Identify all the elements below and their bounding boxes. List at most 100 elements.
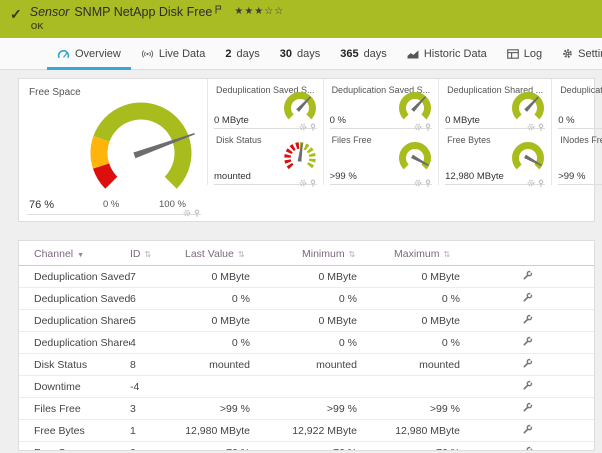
minimum-cell [254, 376, 361, 398]
channel-settings-wrench-icon[interactable] [522, 292, 533, 303]
channel-cell: Free Space [19, 442, 130, 452]
last-value-cell: 76 % [179, 442, 254, 452]
pin-icon[interactable] [193, 209, 201, 217]
column-header-minimum[interactable]: Minimum⇅ [254, 241, 361, 266]
channels-card: Channel▼ID⇅Last Value⇅Minimum⇅Maximum⇅ D… [18, 240, 595, 451]
maximum-cell: >99 % [361, 398, 464, 420]
minimum-cell: 0 % [254, 288, 361, 310]
live-icon [141, 49, 154, 59]
id-cell: 0 [130, 442, 179, 452]
sensor-kind-label: Sensor [30, 5, 70, 19]
gauge-tile-free-bytes[interactable]: Free Bytes12,980 MByte [438, 129, 551, 185]
id-cell: 8 [130, 354, 179, 376]
last-value-cell: 0 MByte [179, 266, 254, 288]
tab-bar: OverviewLive Data2days30days365daysHisto… [0, 38, 602, 70]
gear-icon[interactable] [183, 209, 191, 217]
last-value-cell: 0 MByte [179, 310, 254, 332]
channel-settings-wrench-icon[interactable] [522, 270, 533, 281]
maximum-cell: 0 % [361, 332, 464, 354]
gauge-scale-min: 0 % [103, 199, 119, 210]
pin-icon[interactable] [309, 179, 317, 187]
channels-table: Channel▼ID⇅Last Value⇅Minimum⇅Maximum⇅ D… [19, 241, 594, 451]
status-badge: OK [30, 21, 284, 31]
channel-settings-wrench-icon[interactable] [522, 402, 533, 413]
favorite-flag-icon[interactable] [215, 3, 222, 17]
channel-cell: Deduplication Saved Sp... [19, 266, 130, 288]
gear-icon [562, 48, 573, 59]
channel-settings-wrench-icon[interactable] [522, 446, 533, 452]
tile-value: mounted [214, 171, 251, 182]
tab-historic-data[interactable]: Historic Data [397, 38, 497, 69]
row-settings-cell [464, 332, 594, 354]
table-row: Deduplication Saved Sp...70 MByte0 MByte… [19, 266, 594, 288]
channel-settings-wrench-icon[interactable] [522, 358, 533, 369]
column-header-channel[interactable]: Channel▼ [19, 241, 130, 266]
channel-settings-wrench-icon[interactable] [522, 314, 533, 325]
channel-settings-wrench-icon[interactable] [522, 380, 533, 391]
gear-icon[interactable] [299, 179, 307, 187]
gauge-tile-deduplication-saved-s[interactable]: Deduplication Saved S...0 MByte [207, 79, 323, 129]
column-header-maximum[interactable]: Maximum⇅ [361, 241, 464, 266]
id-cell: -4 [130, 376, 179, 398]
priority-stars[interactable]: ★★★☆☆ [234, 6, 284, 17]
tile-value: 0 MByte [445, 115, 480, 126]
page-title: SNMP NetApp Disk Free [74, 5, 212, 19]
tab-365-days[interactable]: 365days [330, 38, 397, 69]
table-row: Free Space076 %76 %76 % [19, 442, 594, 452]
tab-settings[interactable]: Settings [552, 38, 602, 69]
tab-live-data[interactable]: Live Data [131, 38, 215, 69]
primary-gauge-value: 76 % [29, 199, 54, 211]
row-settings-cell [464, 398, 594, 420]
table-row: Deduplication Saved Sp...60 %0 %0 % [19, 288, 594, 310]
tile-title: INodes Free [560, 135, 602, 145]
gauge-scale-max: 100 % [159, 199, 186, 210]
sort-icon: ▼ [77, 252, 84, 259]
table-row: Downtime-4 [19, 376, 594, 398]
free-space-panel: Free Space 76 % 0 % 100 % [19, 79, 207, 221]
table-row: Disk Status8mountedmountedmounted [19, 354, 594, 376]
maximum-cell: 0 MByte [361, 310, 464, 332]
gauge-icon [57, 48, 70, 59]
channel-cell: Downtime [19, 376, 130, 398]
maximum-cell [361, 376, 464, 398]
last-value-cell: 0 % [179, 332, 254, 354]
tile-value: 0 % [330, 115, 346, 126]
row-settings-cell [464, 310, 594, 332]
maximum-cell: 12,980 MByte [361, 420, 464, 442]
gauge-tile-deduplication-saved-s[interactable]: Deduplication Saved S...0 % [323, 79, 439, 129]
channel-settings-wrench-icon[interactable] [522, 336, 533, 347]
gear-icon[interactable] [414, 179, 422, 187]
gauge-tile-deduplication-shared[interactable]: Deduplication Shared ...0 MByte [438, 79, 551, 129]
column-header-id[interactable]: ID⇅ [130, 241, 179, 266]
row-settings-cell [464, 266, 594, 288]
prtg-sensor-page: ✓ Sensor SNMP NetApp Disk Free ★★★☆☆ OK … [0, 0, 602, 453]
channel-cell: Disk Status [19, 354, 130, 376]
pin-icon[interactable] [537, 179, 545, 187]
gear-icon[interactable] [527, 179, 535, 187]
last-value-cell [179, 376, 254, 398]
row-settings-cell [464, 354, 594, 376]
sort-icon: ⇅ [444, 250, 451, 259]
gauge-tile-files-free[interactable]: Files Free>99 % [323, 129, 439, 185]
last-value-cell: >99 % [179, 398, 254, 420]
gauge-tile-deduplication-shared[interactable]: Deduplication Shared ...0 % [551, 79, 602, 129]
gauge-tile-disk-status[interactable]: Disk Statusmounted [207, 129, 323, 185]
tile-value: >99 % [330, 171, 357, 182]
tab-2-days[interactable]: 2days [215, 38, 269, 69]
gauge-tile-inodes-free[interactable]: INodes Free>99 % [551, 129, 602, 185]
tab-30-days[interactable]: 30days [270, 38, 331, 69]
pin-icon[interactable] [424, 179, 432, 187]
tab-log[interactable]: Log [497, 38, 552, 69]
sort-icon: ⇅ [349, 250, 356, 259]
last-value-cell: mounted [179, 354, 254, 376]
tile-title: Deduplication Shared ... [560, 85, 602, 95]
column-header-last-value[interactable]: Last Value⇅ [179, 241, 254, 266]
status-ok-check-icon: ✓ [10, 6, 22, 23]
tab-overview[interactable]: Overview [47, 38, 131, 69]
log-icon [507, 49, 519, 59]
chart-icon [407, 49, 419, 59]
table-row: Deduplication Shared S...40 %0 %0 % [19, 332, 594, 354]
channel-cell: Deduplication Shared S... [19, 332, 130, 354]
mini-gauge-grid: Deduplication Saved S...0 MByteDeduplica… [207, 79, 602, 221]
channel-settings-wrench-icon[interactable] [522, 424, 533, 435]
